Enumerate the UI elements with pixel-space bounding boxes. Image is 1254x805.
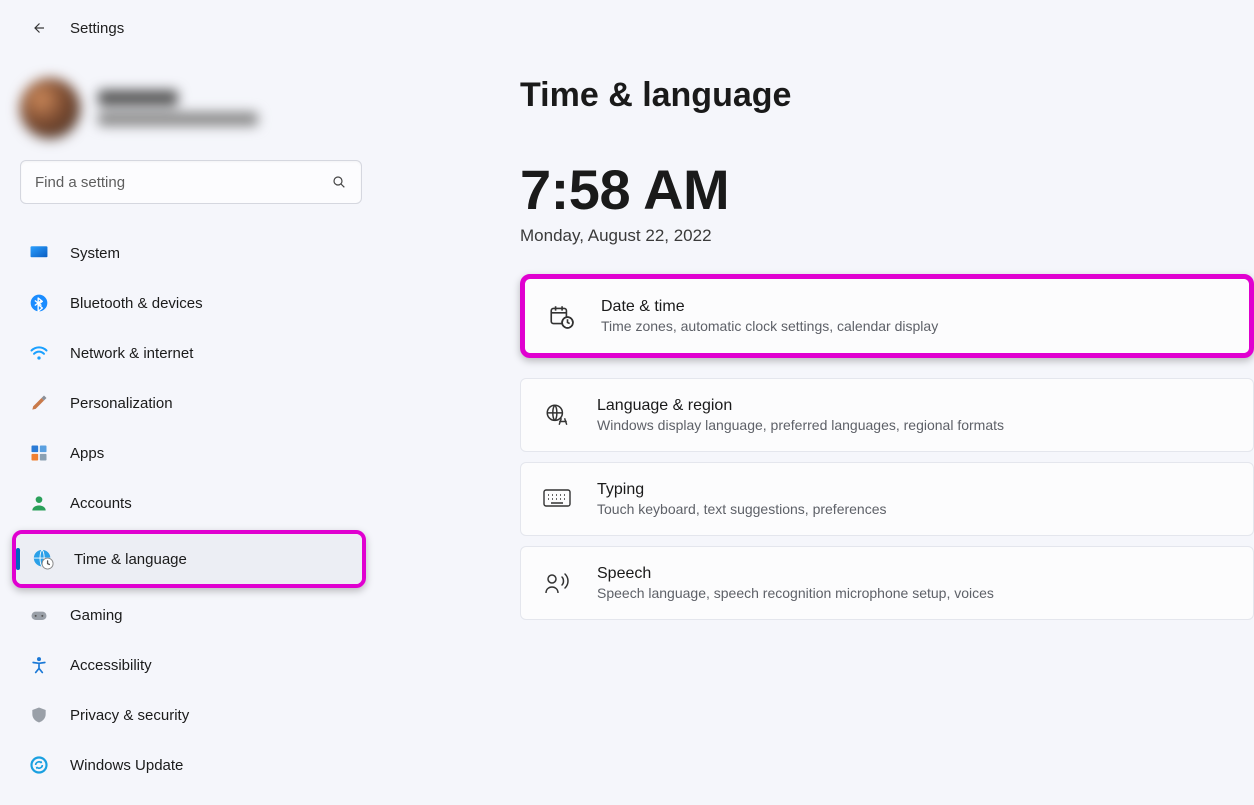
globe-language-icon (543, 401, 571, 429)
sidebar-item-label: Privacy & security (70, 707, 189, 724)
speech-icon (543, 569, 571, 597)
sidebar-item-accessibility[interactable]: Accessibility (12, 640, 370, 690)
sidebar: System Bluetooth & devices Network & int… (0, 56, 370, 805)
app-title: Settings (70, 20, 124, 37)
shield-icon (28, 704, 50, 726)
update-icon (28, 754, 50, 776)
bluetooth-icon (28, 292, 50, 314)
sidebar-item-gaming[interactable]: Gaming (12, 590, 370, 640)
highlight-sidebar: Time & language (12, 530, 366, 588)
card-title: Date & time (601, 298, 938, 316)
sidebar-item-accounts[interactable]: Accounts (12, 478, 370, 528)
sidebar-item-system[interactable]: System (12, 228, 370, 278)
card-speech[interactable]: Speech Speech language, speech recogniti… (520, 546, 1254, 620)
card-typing[interactable]: Typing Touch keyboard, text suggestions,… (520, 462, 1254, 536)
sidebar-item-network[interactable]: Network & internet (12, 328, 370, 378)
card-title: Speech (597, 565, 994, 583)
sidebar-item-label: Bluetooth & devices (70, 295, 203, 312)
page-title: Time & language (520, 76, 1254, 115)
search-input-wrap[interactable] (20, 160, 362, 204)
sidebar-item-time-language[interactable]: Time & language (16, 534, 362, 584)
card-title: Language & region (597, 397, 1004, 415)
arrow-left-icon (29, 19, 47, 37)
sidebar-item-label: Apps (70, 445, 104, 462)
topbar: Settings (0, 0, 1254, 56)
calendar-clock-icon (547, 302, 575, 330)
card-subtitle: Windows display language, preferred lang… (597, 417, 1004, 433)
sidebar-item-personalization[interactable]: Personalization (12, 378, 370, 428)
user-profile[interactable] (12, 66, 370, 160)
sidebar-item-label: Windows Update (70, 757, 183, 774)
sidebar-item-label: Time & language (74, 551, 187, 568)
globe-clock-icon (32, 548, 54, 570)
date-display: Monday, August 22, 2022 (520, 226, 1254, 246)
sidebar-item-apps[interactable]: Apps (12, 428, 370, 478)
settings-card-list: Date & time Time zones, automatic clock … (520, 274, 1254, 620)
card-language-region[interactable]: Language & region Windows display langua… (520, 378, 1254, 452)
search-input[interactable] (35, 174, 317, 191)
profile-email (98, 112, 258, 126)
sidebar-item-label: Accessibility (70, 657, 152, 674)
highlight-card: Date & time Time zones, automatic clock … (520, 274, 1254, 358)
person-icon (28, 492, 50, 514)
monitor-icon (28, 242, 50, 264)
main-panel: Time & language 7:58 AM Monday, August 2… (370, 56, 1254, 805)
card-subtitle: Time zones, automatic clock settings, ca… (601, 318, 938, 334)
sidebar-item-label: Network & internet (70, 345, 193, 362)
accessibility-icon (28, 654, 50, 676)
keyboard-icon (543, 485, 571, 513)
sidebar-item-windows-update[interactable]: Windows Update (12, 740, 370, 790)
apps-icon (28, 442, 50, 464)
sidebar-item-label: Personalization (70, 395, 173, 412)
search-icon (331, 174, 347, 190)
paintbrush-icon (28, 392, 50, 414)
nav-list: System Bluetooth & devices Network & int… (12, 228, 370, 790)
sidebar-item-bluetooth[interactable]: Bluetooth & devices (12, 278, 370, 328)
card-subtitle: Speech language, speech recognition micr… (597, 585, 994, 601)
profile-name (98, 90, 178, 106)
sidebar-item-privacy[interactable]: Privacy & security (12, 690, 370, 740)
sidebar-item-label: System (70, 245, 120, 262)
sidebar-item-label: Gaming (70, 607, 123, 624)
back-button[interactable] (24, 14, 52, 42)
wifi-icon (28, 342, 50, 364)
sidebar-item-label: Accounts (70, 495, 132, 512)
gamepad-icon (28, 604, 50, 626)
card-title: Typing (597, 481, 887, 499)
card-date-time[interactable]: Date & time Time zones, automatic clock … (525, 279, 1249, 353)
clock-display: 7:58 AM (520, 157, 1254, 222)
avatar (20, 78, 80, 138)
card-subtitle: Touch keyboard, text suggestions, prefer… (597, 501, 887, 517)
